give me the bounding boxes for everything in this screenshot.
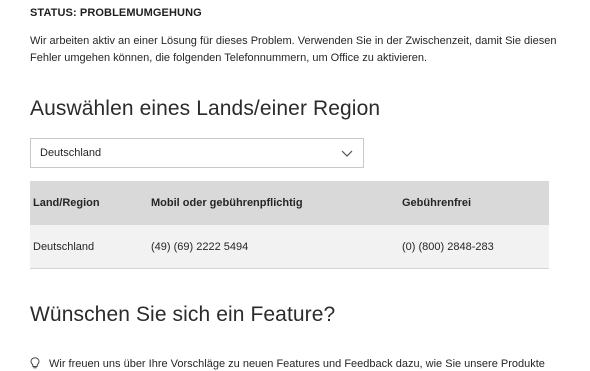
table-row: Deutschland (49) (69) 2222 5494 (0) (800…	[30, 225, 549, 269]
region-section-title: Auswählen eines Lands/einer Region	[30, 97, 381, 120]
chevron-down-icon	[341, 150, 353, 157]
table-header-row: Land/Region Mobil oder gebührenpflichtig…	[30, 181, 549, 225]
cell-tollfree-number: (0) (800) 2848-283	[399, 225, 549, 269]
feature-section-title: Wünschen Sie sich ein Feature?	[30, 303, 336, 326]
region-select-value: Deutschland	[40, 147, 102, 159]
status-description: Wir arbeiten aktiv an einer Lösung für d…	[30, 35, 557, 64]
column-header-country: Land/Region	[30, 181, 148, 225]
column-header-mobile: Mobil oder gebührenpflichtig	[148, 181, 399, 225]
column-header-tollfree: Gebührenfrei	[399, 181, 549, 225]
cell-mobile-number: (49) (69) 2222 5494	[148, 225, 399, 269]
lightbulb-icon	[30, 357, 40, 369]
feedback-paragraph: Wir freuen uns über Ihre Vorschläge zu n…	[30, 357, 545, 370]
status-heading: STATUS: PROBLEMUMGEHUNG	[30, 7, 202, 19]
phone-number-table: Land/Region Mobil oder gebührenpflichtig…	[30, 181, 549, 269]
feedback-text: Wir freuen uns über Ihre Vorschläge zu n…	[49, 358, 545, 370]
region-select[interactable]: Deutschland	[30, 138, 364, 168]
cell-country: Deutschland	[30, 225, 148, 269]
